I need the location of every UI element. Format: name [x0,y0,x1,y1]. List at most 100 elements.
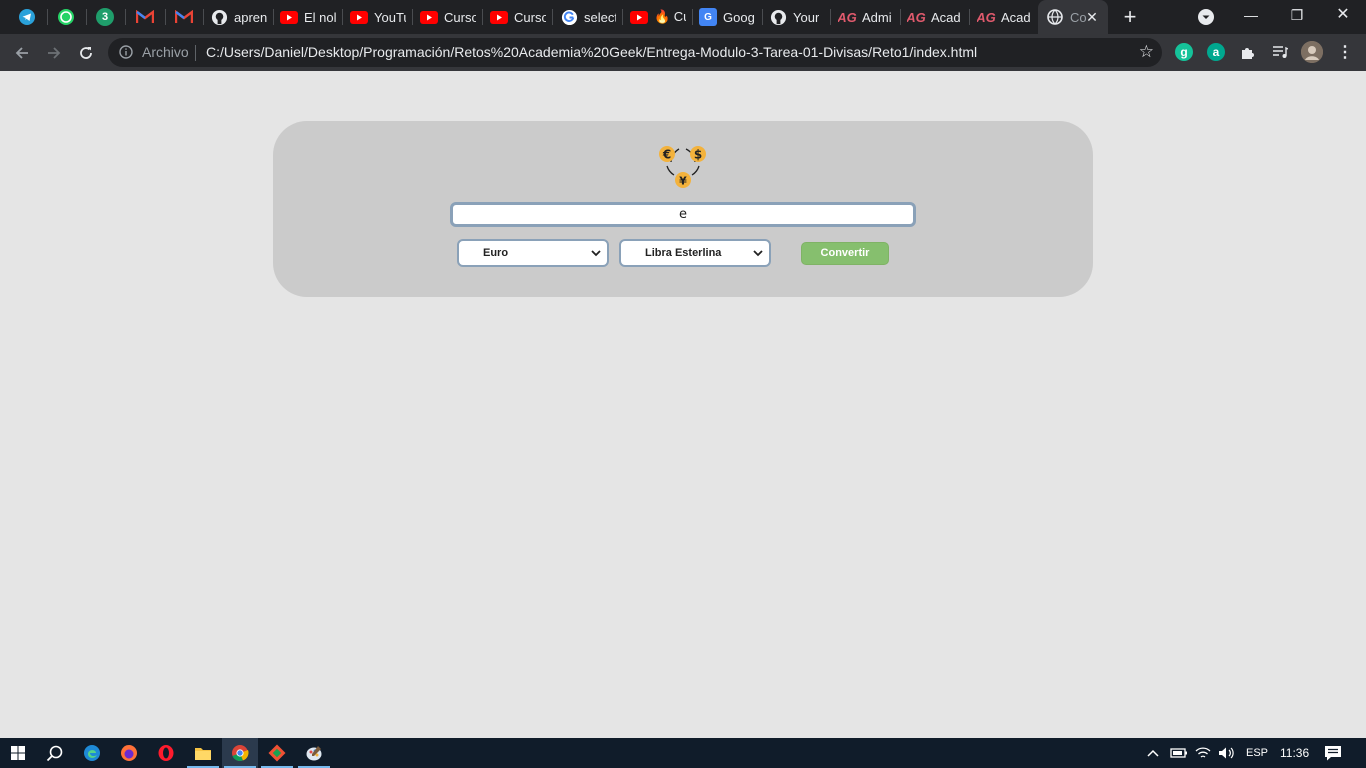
tab-title: select [584,9,616,25]
tab-whatsapp[interactable] [57,0,79,34]
close-window-icon[interactable]: ✕ [1320,0,1366,32]
tab-youtube-el-nol[interactable]: El nol [280,0,338,34]
globe-icon [1046,8,1064,26]
google-icon [560,8,578,26]
tab-separator [692,9,693,25]
tab-title: YouTu [374,9,406,25]
tab-youtube-curso-1[interactable]: Curso [420,0,476,34]
arrow-right-icon [48,47,61,59]
yen-symbol: ¥ [679,175,687,188]
git-icon[interactable] [259,738,295,768]
from-currency-select[interactable]: Euro [457,239,609,267]
windows-logo-icon [11,746,25,760]
tab-strip: 3 apren El nol YouTu Curso Curso [0,0,1366,34]
close-tab-icon[interactable]: ✕ [1084,9,1100,25]
dollar-symbol: $ [694,148,702,162]
github-icon [210,8,228,26]
battery-icon[interactable] [1170,738,1188,768]
tab-separator [125,9,126,25]
back-button[interactable] [9,40,35,66]
to-currency-value: Libra Esterlina [645,247,722,259]
media-control-icon[interactable] [1271,43,1289,61]
github-icon [769,8,787,26]
tab-separator [762,9,763,25]
tab-separator [342,9,343,25]
tab-gmail-2[interactable] [175,0,197,34]
ag-logo-icon: AG [907,9,926,25]
chevron-down-icon [753,250,763,257]
tab-separator [900,9,901,25]
tab-separator [969,9,970,25]
tab-youtube-curso-2[interactable]: Curso [490,0,546,34]
tab-youtube-fire[interactable]: 🔥 Cu [630,0,686,34]
converter-card: € $ ¥ Euro Libra Esterlina Convertir [273,121,1093,297]
forward-button[interactable] [41,40,67,66]
tab-three[interactable]: 3 [96,0,118,34]
gmail-icon [136,8,154,26]
tab-gmail-1[interactable] [136,0,158,34]
bookmark-star-icon[interactable]: ☆ [1139,42,1154,62]
youtube-icon [490,8,508,26]
convert-button[interactable]: Convertir [801,242,889,265]
omnibox-divider [195,45,196,61]
wifi-icon[interactable] [1195,738,1211,768]
profile-avatar-icon[interactable] [1301,41,1323,63]
gmail-icon [175,8,193,26]
tab-separator [47,9,48,25]
amount-input[interactable] [450,202,916,227]
tab-search-icon[interactable] [1198,9,1214,25]
tab-separator [552,9,553,25]
tab-title: Acad [931,9,961,25]
tab-google-translate[interactable]: G Goog [699,0,757,34]
address-bar[interactable]: Archivo C:/Users/Daniel/Desktop/Programa… [108,38,1162,67]
extensions-puzzle-icon[interactable] [1239,43,1257,61]
info-icon[interactable] [119,45,133,64]
from-currency-value: Euro [483,247,509,259]
whatsapp-icon [57,8,75,26]
currency-exchange-logo-icon: € $ ¥ [659,146,706,188]
tab-ag-acad-1[interactable]: AG Acad [907,0,963,34]
a-extension-icon[interactable]: a [1207,43,1225,61]
arrow-left-icon [15,47,28,59]
badge-3-icon: 3 [96,8,114,26]
paint-icon[interactable] [296,738,332,768]
tab-github-your[interactable]: Your [769,0,825,34]
edge-icon[interactable] [74,738,110,768]
tab-github-apren[interactable]: apren [210,0,270,34]
restore-icon[interactable]: ❐ [1274,0,1320,32]
start-button[interactable] [0,738,36,768]
url-text[interactable]: C:/Users/Daniel/Desktop/Programación/Ret… [206,44,977,60]
youtube-icon [280,8,298,26]
file-explorer-icon[interactable] [185,738,221,768]
firefox-icon[interactable] [111,738,147,768]
minimize-icon[interactable]: — [1228,0,1274,32]
clock-time[interactable]: 11:36 [1280,738,1309,768]
browser-menu-icon[interactable]: ⋮ [1336,43,1354,61]
euro-symbol: € [662,148,671,162]
tab-active-converter[interactable]: Co ✕ [1038,0,1108,34]
volume-icon[interactable] [1218,738,1236,768]
tab-google-select[interactable]: select [560,0,616,34]
to-currency-select[interactable]: Libra Esterlina [619,239,771,267]
show-hidden-icons-icon[interactable] [1146,738,1160,768]
chrome-icon[interactable] [222,738,258,768]
search-icon[interactable] [36,738,72,768]
tab-youtube[interactable]: YouTu [350,0,406,34]
reload-button[interactable] [73,40,99,66]
tab-ag-acad-2[interactable]: AG Acad [977,0,1033,34]
language-indicator[interactable]: ESP [1246,738,1268,768]
notifications-icon[interactable] [1324,738,1342,768]
ag-logo-icon: AG [838,9,857,25]
tab-ag-admi[interactable]: AG Admi [838,0,896,34]
browser-toolbar: Archivo C:/Users/Daniel/Desktop/Programa… [0,34,1366,71]
grammarly-icon[interactable]: g [1175,43,1193,61]
tab-separator [482,9,483,25]
tab-telegram[interactable] [18,0,40,34]
tab-separator [165,9,166,25]
tab-separator [86,9,87,25]
google-translate-icon: G [699,8,717,26]
opera-icon[interactable] [148,738,184,768]
new-tab-button[interactable]: + [1118,5,1142,29]
youtube-icon [630,8,648,26]
tab-title: Curso [514,9,546,25]
